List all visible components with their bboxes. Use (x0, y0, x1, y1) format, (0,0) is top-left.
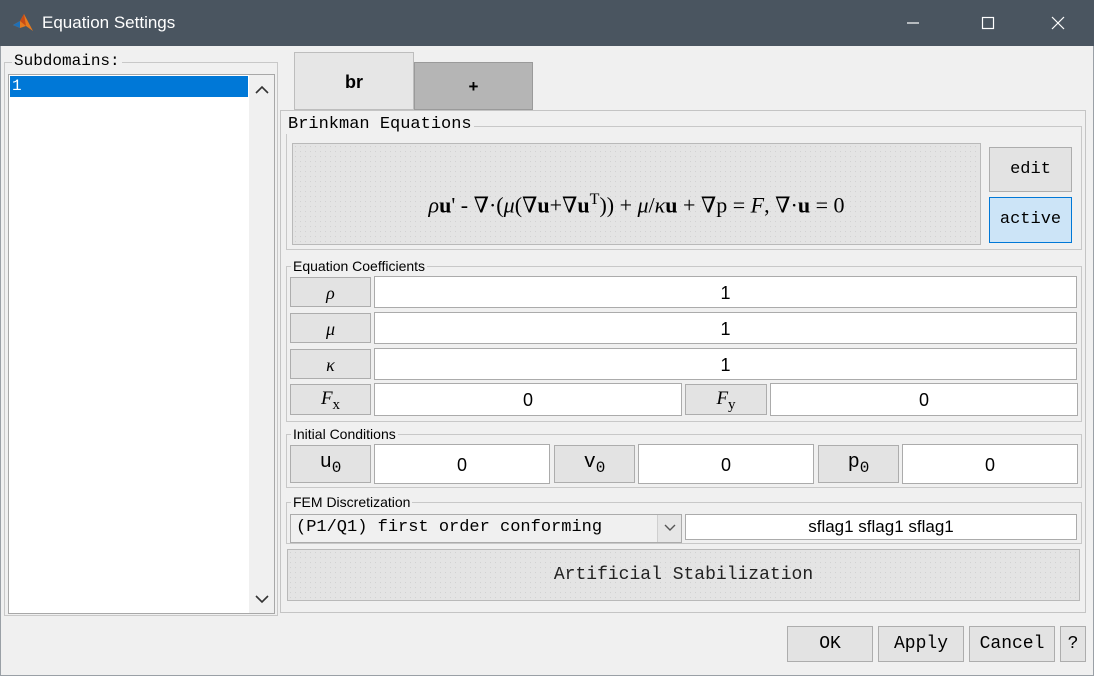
close-icon (1051, 16, 1065, 30)
equation-display: ρu' - ∇·(μ(∇u+∇uT)) + μ/κu + ∇p = F, ∇·u… (292, 143, 981, 245)
equation-formula: ρu' - ∇·(μ(∇u+∇uT)) + μ/κu + ∇p = F, ∇·u… (428, 191, 845, 218)
fy-input[interactable]: 0 (770, 383, 1078, 416)
fx-label: Fx (290, 384, 371, 415)
list-item-selected[interactable]: 1 (10, 76, 248, 97)
dropdown-button[interactable] (657, 515, 681, 542)
kappa-input[interactable]: 1 (374, 348, 1077, 380)
fx-subscript: x (332, 396, 341, 413)
tab-br[interactable]: br (294, 52, 414, 110)
equation-coefficients-label: Equation Coefficients (291, 258, 428, 274)
v0-symbol: v (583, 451, 596, 474)
sflag-input[interactable]: sflag1 sflag1 sflag1 (685, 514, 1077, 540)
v0-input[interactable]: 0 (638, 444, 814, 484)
p0-subscript: 0 (859, 459, 870, 477)
kappa-label: κ (290, 349, 371, 379)
edit-button[interactable]: edit (989, 147, 1072, 192)
maximize-button[interactable] (965, 0, 1011, 46)
brinkman-equations-label: Brinkman Equations (286, 115, 474, 134)
minimize-button[interactable] (890, 0, 936, 46)
fy-subscript: y (728, 396, 736, 413)
u0-symbol: u (319, 451, 332, 474)
close-button[interactable] (1035, 0, 1081, 46)
title-bar[interactable]: Equation Settings (0, 0, 1094, 46)
minimize-icon (907, 22, 919, 24)
chevron-down-icon (664, 524, 676, 531)
p0-input[interactable]: 0 (902, 444, 1078, 484)
window-title: Equation Settings (42, 13, 176, 32)
artificial-stabilization-button[interactable]: Artificial Stabilization (287, 549, 1080, 601)
fy-symbol: F (716, 388, 729, 409)
u0-label: u0 (290, 445, 371, 483)
rho-input[interactable]: 1 (374, 276, 1077, 308)
subdomains-list[interactable]: 1 (8, 74, 275, 614)
rho-label: ρ (290, 277, 371, 307)
active-button[interactable]: active (989, 197, 1072, 243)
chevron-down-icon[interactable] (255, 594, 269, 604)
p0-label: p0 (818, 445, 899, 483)
mu-label: μ (290, 313, 371, 343)
initial-conditions-label: Initial Conditions (291, 426, 398, 442)
fx-input[interactable]: 0 (374, 383, 682, 416)
matlab-icon (12, 12, 34, 34)
subdomains-label: Subdomains: (12, 52, 122, 70)
mu-input[interactable]: 1 (374, 312, 1077, 344)
fy-label: Fy (685, 384, 767, 415)
fx-symbol: F (320, 388, 333, 409)
ok-button[interactable]: OK (787, 626, 873, 662)
fem-order-select[interactable]: (P1/Q1) first order conforming (290, 514, 682, 543)
p0-symbol: p (847, 451, 860, 474)
chevron-up-icon[interactable] (255, 85, 269, 95)
v0-subscript: 0 (595, 459, 606, 477)
fem-discretization-label: FEM Discretization (291, 494, 413, 510)
fem-order-value: (P1/Q1) first order conforming (296, 518, 603, 537)
tab-add[interactable]: + (414, 62, 533, 110)
u0-input[interactable]: 0 (374, 444, 550, 484)
apply-button[interactable]: Apply (878, 626, 964, 662)
cancel-button[interactable]: Cancel (969, 626, 1055, 662)
help-button[interactable]: ? (1060, 626, 1086, 662)
list-scrollbar[interactable] (249, 75, 274, 613)
v0-label: v0 (554, 445, 635, 483)
maximize-icon (981, 16, 995, 30)
u0-subscript: 0 (331, 459, 342, 477)
